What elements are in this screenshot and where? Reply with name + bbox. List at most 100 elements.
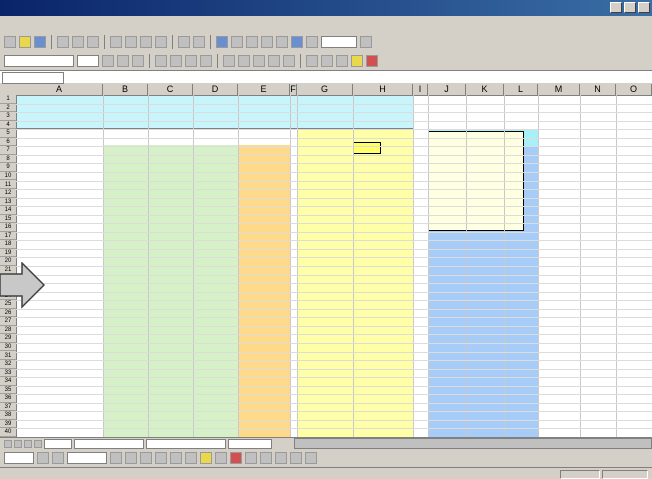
autosum-icon[interactable] [231, 36, 243, 48]
print-icon[interactable] [57, 36, 69, 48]
row-header[interactable]: 32 [0, 360, 16, 369]
drawing-icon[interactable] [306, 36, 318, 48]
row-header[interactable]: 10 [0, 172, 16, 181]
formula-input[interactable] [82, 72, 650, 82]
column-header-b[interactable]: B [103, 84, 148, 95]
column-header-d[interactable]: D [193, 84, 238, 95]
hyperlink-icon[interactable] [216, 36, 228, 48]
free-rotate-icon[interactable] [52, 452, 64, 464]
undo-icon[interactable] [178, 36, 190, 48]
column-header-n[interactable]: N [580, 84, 616, 95]
new-icon[interactable] [4, 36, 16, 48]
row-header[interactable]: 1 [0, 95, 16, 104]
increase-indent-icon[interactable] [321, 54, 333, 67]
minimize-button[interactable] [610, 2, 622, 13]
row-header[interactable]: 2 [0, 104, 16, 113]
row-header[interactable]: 13 [0, 198, 16, 207]
close-button[interactable] [638, 2, 650, 13]
next-sheet-icon[interactable] [24, 439, 32, 448]
row-header[interactable]: 31 [0, 352, 16, 360]
line-icon[interactable] [110, 452, 122, 464]
rectangle-icon[interactable] [140, 452, 152, 464]
column-header-g[interactable]: G [297, 84, 353, 95]
font-color-icon[interactable] [230, 452, 242, 464]
row-header[interactable]: 15 [0, 215, 16, 224]
column-header-m[interactable]: M [538, 84, 580, 95]
zoom-select[interactable] [321, 36, 357, 48]
row-header[interactable]: 30 [0, 343, 16, 352]
open-icon[interactable] [19, 36, 31, 48]
comma-icon[interactable] [253, 54, 265, 67]
function-wizard-icon[interactable] [66, 73, 76, 82]
cut-icon[interactable] [110, 36, 122, 48]
prev-sheet-icon[interactable] [14, 439, 22, 448]
sort-ascending-icon[interactable] [261, 36, 273, 48]
maximize-button[interactable] [624, 2, 636, 13]
row-header[interactable]: 33 [0, 369, 16, 378]
column-header-e[interactable]: E [238, 84, 290, 95]
row-header[interactable]: 27 [0, 317, 16, 326]
horizontal-scrollbar[interactable] [294, 438, 652, 449]
row-header[interactable]: 4 [0, 121, 16, 130]
font-name-select[interactable] [4, 54, 74, 67]
percent-icon[interactable] [238, 54, 250, 67]
align-center-icon[interactable] [170, 54, 182, 67]
draw-menu-button[interactable] [4, 452, 34, 464]
decrease-decimal-icon[interactable] [283, 54, 295, 67]
row-header[interactable]: 8 [0, 155, 16, 164]
row-header[interactable]: 36 [0, 394, 16, 403]
merge-center-icon[interactable] [200, 54, 212, 67]
align-right-icon[interactable] [185, 54, 197, 67]
shadow-icon[interactable] [290, 452, 302, 464]
column-header-k[interactable]: K [466, 84, 504, 95]
row-header[interactable]: 17 [0, 232, 16, 241]
row-header[interactable]: 37 [0, 403, 16, 412]
wordart-icon[interactable] [185, 452, 197, 464]
row-header[interactable]: 28 [0, 326, 16, 335]
ref-source-input[interactable] [353, 142, 381, 154]
first-sheet-icon[interactable] [4, 439, 12, 448]
row-header[interactable]: 11 [0, 181, 16, 189]
decrease-indent-icon[interactable] [306, 54, 318, 67]
text-box-icon[interactable] [170, 452, 182, 464]
font-color-icon[interactable] [366, 54, 378, 67]
oval-icon[interactable] [155, 452, 167, 464]
font-size-select[interactable] [77, 54, 99, 67]
autoshapes-menu-button[interactable] [67, 452, 107, 464]
line-color-icon[interactable] [215, 452, 227, 464]
row-header[interactable]: 18 [0, 240, 16, 249]
row-header[interactable]: 19 [0, 249, 16, 258]
underline-icon[interactable] [132, 54, 144, 67]
row-header[interactable]: 29 [0, 334, 16, 343]
increase-decimal-icon[interactable] [268, 54, 280, 67]
column-header-i[interactable]: I [413, 84, 428, 95]
currency-icon[interactable] [223, 54, 235, 67]
borders-icon[interactable] [336, 54, 348, 67]
row-header[interactable]: 12 [0, 189, 16, 198]
arrow-style-icon[interactable] [275, 452, 287, 464]
row-header[interactable]: 7 [0, 146, 16, 155]
line-style-icon[interactable] [245, 452, 257, 464]
column-header-o[interactable]: O [616, 84, 652, 95]
fill-color-icon[interactable] [200, 452, 212, 464]
row-header[interactable]: 35 [0, 386, 16, 395]
row-header[interactable]: 6 [0, 138, 16, 147]
sort-descending-icon[interactable] [276, 36, 288, 48]
arrow-icon[interactable] [125, 452, 137, 464]
row-header[interactable]: 3 [0, 112, 16, 121]
row-header[interactable]: 40 [0, 428, 16, 437]
sheet-tab[interactable] [228, 438, 272, 449]
italic-icon[interactable] [117, 54, 129, 67]
dash-style-icon[interactable] [260, 452, 272, 464]
row-header[interactable]: 16 [0, 223, 16, 232]
last-sheet-icon[interactable] [34, 439, 42, 448]
row-header[interactable]: 38 [0, 411, 16, 420]
paste-icon[interactable] [140, 36, 152, 48]
3d-icon[interactable] [305, 452, 317, 464]
help-icon[interactable] [360, 36, 372, 48]
column-header-j[interactable]: J [428, 84, 466, 95]
save-icon[interactable] [34, 36, 46, 48]
column-header-c[interactable]: C [148, 84, 193, 95]
copy-icon[interactable] [125, 36, 137, 48]
fill-color-icon[interactable] [351, 54, 363, 67]
